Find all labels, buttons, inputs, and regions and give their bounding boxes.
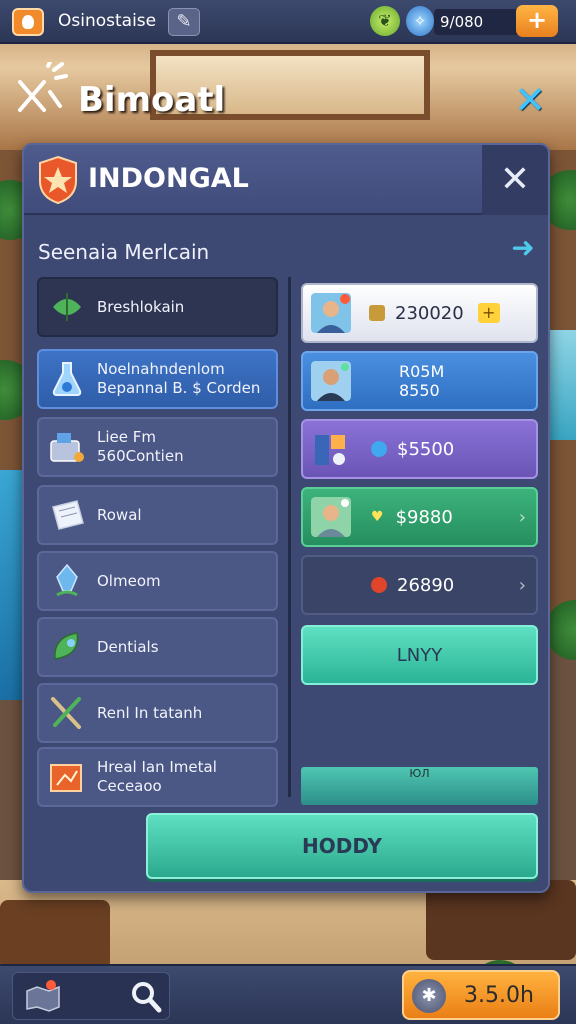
offer-subvalue: 8550 <box>399 381 440 400</box>
main-action-button[interactable]: HODDY <box>146 813 538 879</box>
ruby-icon <box>371 577 387 593</box>
offer-value: 230020 <box>395 302 464 324</box>
offer-value: 26890 <box>397 574 455 596</box>
pencil-icon[interactable]: ✎ <box>168 8 200 36</box>
crystal-icon <box>56 563 78 597</box>
heart-icon: ♥ <box>371 509 384 525</box>
category-item[interactable]: Liee Fm 560Contien <box>37 417 278 477</box>
scroll-strip: ЮЛ <box>301 767 538 805</box>
category-label: Renl In tatanh <box>97 703 203 722</box>
currency-counter: 9/080 <box>434 9 526 35</box>
category-item[interactable]: Breshlokain <box>37 277 278 337</box>
offer-value: R05M <box>399 362 445 381</box>
category-item[interactable]: Rowal <box>37 485 278 545</box>
confirm-button-label: LNYY <box>396 644 443 666</box>
chevron-right-icon: › <box>518 507 526 528</box>
inventory-icon <box>315 435 345 465</box>
gem-icon[interactable]: ✧ <box>406 6 434 36</box>
category-item[interactable]: Dentials <box>37 617 278 677</box>
bottom-bar: ✱ 3.5.0h <box>0 964 576 1024</box>
category-label: Rowal <box>97 505 142 524</box>
category-label: Olmeom <box>97 571 161 590</box>
leaf-icon <box>54 632 79 660</box>
sea-view <box>548 330 576 440</box>
chevron-right-icon: › <box>518 575 526 596</box>
panel-title: INDONGAL <box>88 163 249 194</box>
avatar <box>311 361 351 401</box>
category-label: Dentials <box>97 637 159 656</box>
chest-icon <box>50 433 84 462</box>
close-icon[interactable]: ✕ <box>482 145 548 215</box>
leaf-icon[interactable]: ❦ <box>370 6 400 36</box>
arrow-right-icon[interactable]: ➜ <box>508 233 538 263</box>
shield-badge-icon <box>39 155 77 205</box>
plus-icon[interactable]: + <box>477 303 500 323</box>
confirm-button[interactable]: LNYY <box>301 625 538 685</box>
offer-card[interactable]: 26890 › <box>301 555 538 615</box>
potion-icon <box>52 362 82 396</box>
category-item[interactable]: Noelnahndenlom Bepannal B. $ Corden <box>37 349 278 409</box>
category-sublabel: Ceceaoo <box>97 777 162 795</box>
offer-value: $9880 <box>395 506 453 528</box>
crossed-tools-icon <box>18 62 68 112</box>
chair-left <box>0 900 110 970</box>
section-label: Seenaia Merlcain <box>38 240 210 264</box>
top-hud: Osinostaise ✎ ❦ 9/080 ✧ + <box>0 0 576 44</box>
category-item[interactable]: Hreal Ian Imetal Ceceaoo <box>37 747 278 807</box>
offer-card[interactable]: $5500 <box>301 419 538 479</box>
category-label: Hreal Ian Imetal <box>97 758 217 776</box>
category-sublabel: 560Contien <box>97 447 184 465</box>
gear-icon: ✱ <box>412 979 446 1013</box>
category-sublabel: Bepannal B. $ Corden <box>97 379 261 397</box>
offer-value: $5500 <box>397 438 455 460</box>
offer-card[interactable]: 230020 + <box>301 283 538 343</box>
category-label: Noelnahndenlom <box>97 360 225 378</box>
divider <box>288 277 291 797</box>
plus-icon[interactable]: + <box>516 5 558 37</box>
timer-label: 3.5.0h <box>464 983 534 1008</box>
shop-panel: INDONGAL ✕ Seenaia Merlcain ➜ Breshlokai… <box>22 143 550 893</box>
location-title: Bimoatl <box>78 80 226 120</box>
scroll-icon <box>52 500 84 530</box>
tools-icon <box>51 697 81 729</box>
shield-logo-icon[interactable] <box>12 8 44 36</box>
hud-title: Osinostaise <box>58 11 157 31</box>
timer-button[interactable]: ✱ 3.5.0h <box>402 970 560 1020</box>
offer-card[interactable]: R05M 8550 <box>301 351 538 411</box>
category-item[interactable]: Renl In tatanh <box>37 683 278 743</box>
panel-header: INDONGAL ✕ <box>24 145 548 215</box>
search-icon[interactable] <box>129 979 163 1015</box>
category-item[interactable]: Olmeom <box>37 551 278 611</box>
map-pin-icon[interactable] <box>23 979 63 1015</box>
avatar <box>311 497 351 537</box>
coin-icon <box>369 305 385 321</box>
offer-card[interactable]: ♥ $9880 › <box>301 487 538 547</box>
search-bar[interactable] <box>12 972 170 1020</box>
close-icon[interactable]: ✕ <box>510 80 550 120</box>
avatar <box>311 293 351 333</box>
category-label: Breshlokain <box>97 297 185 316</box>
category-label: Liee Fm <box>97 428 156 446</box>
dot-icon <box>371 441 387 457</box>
herb-icon <box>53 293 81 321</box>
map-frame-icon <box>50 764 82 792</box>
